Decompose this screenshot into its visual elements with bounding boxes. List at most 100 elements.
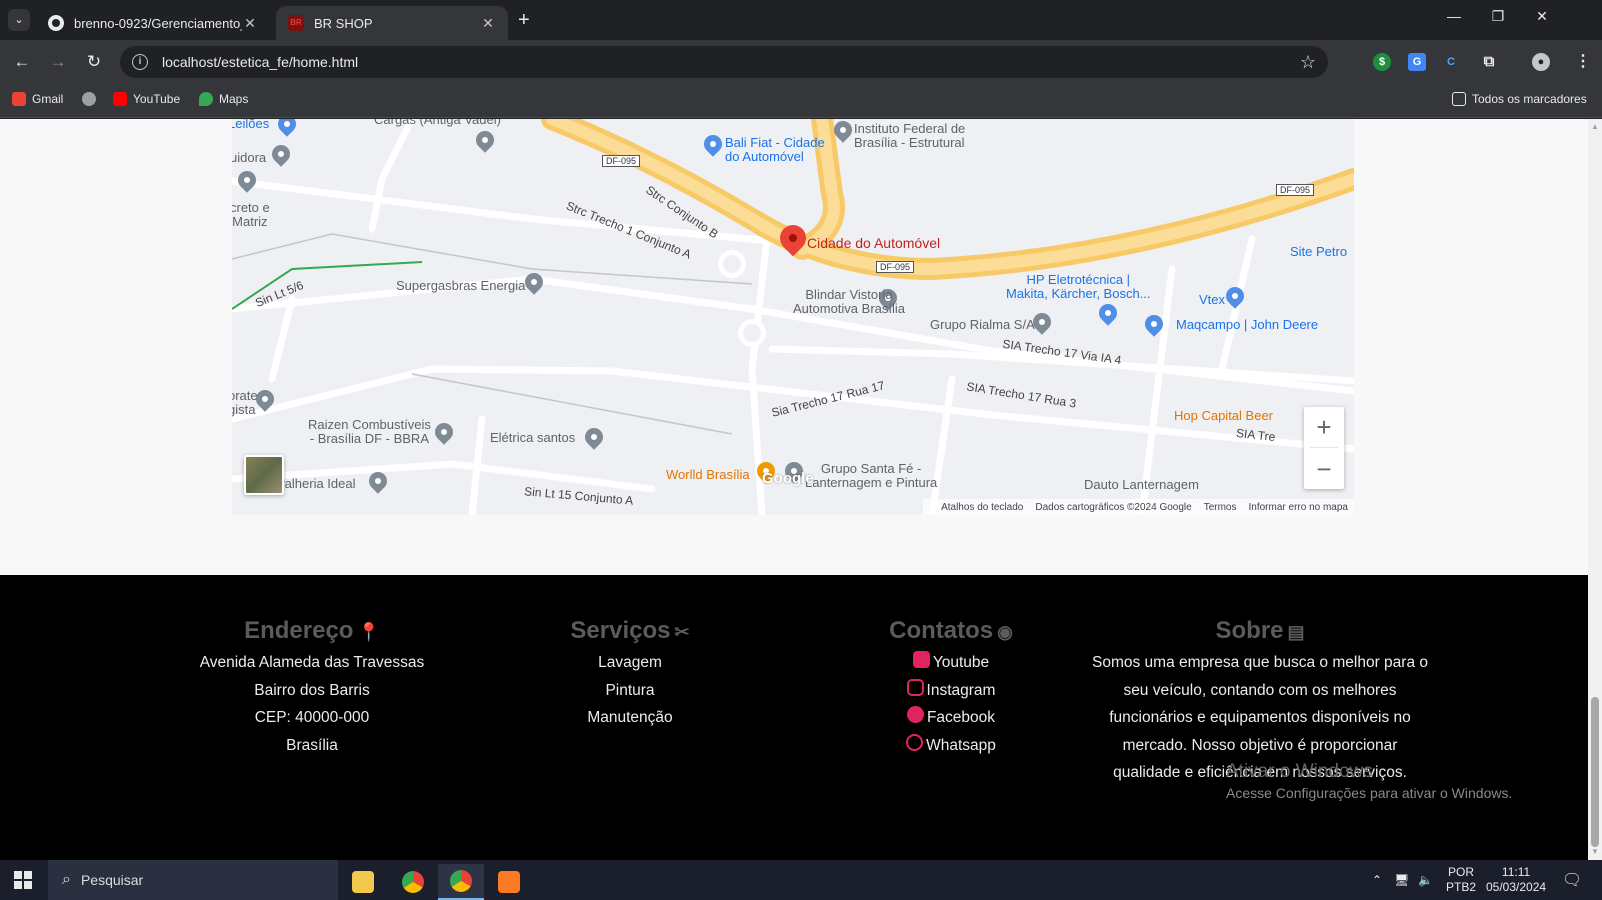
volume-icon[interactable]: 🔈 (1418, 860, 1433, 900)
site-info-icon[interactable]: i (132, 54, 148, 70)
bookmark-youtube[interactable]: YouTube (113, 92, 180, 106)
address-bar[interactable]: i localhost/estetica_fe/home.html ☆ (120, 46, 1328, 78)
forward-arrow-icon[interactable]: → (46, 50, 70, 74)
chrome-profile-icon (450, 870, 472, 892)
terms-link[interactable]: Termos (1204, 502, 1237, 513)
bookmark-label: Maps (219, 92, 249, 106)
tray-overflow-icon[interactable]: ⌃ (1372, 860, 1382, 900)
scroll-up-arrow-icon[interactable]: ▲ (1590, 122, 1600, 131)
map-label: Elétrica santos (490, 430, 576, 445)
taskbar-chrome[interactable] (390, 864, 436, 900)
menu-kebab-icon[interactable]: ⋮ (1574, 53, 1592, 71)
search-icon: ⌕ (62, 871, 71, 888)
google-map-embed[interactable]: DF-095 DF-095 DF-095 Leilões Cargas (Ant… (232, 119, 1354, 515)
contact-facebook-link[interactable]: Facebook (851, 704, 1051, 732)
youtube-icon (113, 92, 127, 106)
github-icon (48, 15, 64, 31)
map-attribution: Atalhos do teclado Dados cartográficos ©… (923, 499, 1354, 515)
map-label: Blindar Vistoria Automotiva Brasília (793, 287, 905, 316)
url-text[interactable]: localhost/estetica_fe/home.html (162, 54, 1300, 70)
restore-button[interactable]: ❐ (1486, 8, 1510, 25)
contact-label: Whatsapp (926, 736, 996, 754)
close-window-button[interactable]: ✕ (1530, 8, 1554, 25)
contact-label: Facebook (926, 709, 996, 726)
youtube-icon (912, 651, 930, 669)
profile-avatar[interactable]: ● (1532, 53, 1550, 71)
main-place-label: Cidade do Automóvel (807, 235, 941, 251)
language-code: POR (1448, 865, 1475, 879)
contact-whatsapp-link[interactable]: Whatsapp (851, 732, 1051, 760)
road-shield-df095: DF-095 (1276, 184, 1315, 196)
taskbar-xampp[interactable] (486, 864, 532, 900)
instagram-icon (906, 678, 924, 696)
heading-text: Sobre (1215, 617, 1284, 644)
language-indicator[interactable]: POR PTB2 (1446, 860, 1476, 900)
notifications-icon[interactable]: 🗨 (1562, 860, 1582, 900)
close-tab-icon[interactable]: ✕ (242, 15, 258, 32)
facebook-icon (906, 706, 924, 724)
tab-search-button[interactable]: ⌄ (8, 9, 30, 31)
translate-extension-icon[interactable]: G (1408, 53, 1426, 71)
bookmark-star-icon[interactable]: ☆ (1300, 52, 1316, 73)
xampp-icon (498, 871, 520, 893)
extensions-puzzle-icon[interactable]: ⧉ (1480, 53, 1498, 71)
whatsapp-icon (906, 733, 924, 751)
close-tab-icon[interactable]: ✕ (480, 15, 496, 32)
tools-icon: ✂ (674, 622, 690, 642)
service-link[interactable]: Manutenção (530, 704, 730, 732)
scroll-thumb[interactable] (1591, 697, 1599, 847)
bookmark-gmail[interactable]: Gmail (12, 92, 63, 106)
location-pin-icon: 📍 (357, 622, 380, 642)
zoom-control: + − (1304, 407, 1344, 489)
taskbar-file-explorer[interactable] (340, 864, 386, 900)
reload-icon[interactable]: ↻ (82, 50, 106, 74)
windows-activation-title: Ativar o Windows (1226, 761, 1373, 782)
map-label: HP Eletrotécnica | Makita, Kärcher, Bosc… (1006, 272, 1151, 301)
report-error-link[interactable]: Informar erro no mapa (1249, 502, 1349, 513)
map-label: Dauto Lanternagem (1084, 477, 1199, 492)
site-footer: Endereço 📍 Avenida Alameda das Travessas … (0, 575, 1588, 860)
taskbar-chrome-active[interactable] (438, 864, 484, 900)
contact-label: Instagram (926, 681, 996, 699)
new-tab-button[interactable]: + (518, 8, 530, 32)
map-label: Grupo Rialma S/A (930, 317, 1035, 332)
windows-start-icon[interactable] (14, 871, 32, 889)
back-arrow-icon[interactable]: ← (10, 50, 34, 74)
address-line: Brasília (286, 736, 338, 754)
road-shield-df095: DF-095 (876, 261, 915, 273)
zoom-out-button[interactable]: − (1304, 449, 1344, 489)
extension-dollar-icon[interactable]: $ (1373, 53, 1391, 71)
search-placeholder: Pesquisar (80, 872, 144, 888)
map-data-text: Dados cartográficos ©2024 Google (1035, 501, 1192, 513)
clock[interactable]: 11:11 05/03/2024 (1486, 860, 1546, 900)
map-label: Raizen Combustíveis - Brasília DF - BBRA (308, 417, 431, 446)
footer-contacts-column: Contatos ◉ Youtube Instagram Facebook Wha… (851, 617, 1051, 759)
service-link[interactable]: Lavagem (530, 649, 730, 677)
clock-date: 05/03/2024 (1486, 880, 1547, 894)
tab-github[interactable]: brenno-0923/Gerenciamento_e ✕ (36, 6, 270, 40)
keyboard-shortcuts-link[interactable]: Atalhos do teclado (941, 502, 1023, 513)
minimize-button[interactable]: — (1442, 8, 1466, 24)
taskbar-search-box[interactable]: ⌕ Pesquisar (48, 860, 338, 900)
all-bookmarks-folder[interactable]: Todos os marcadores (1452, 92, 1587, 106)
scroll-down-arrow-icon[interactable]: ▼ (1590, 847, 1600, 856)
footer-address-column: Endereço 📍 Avenida Alameda das Travessas … (172, 617, 452, 759)
service-link[interactable]: Pintura (530, 677, 730, 705)
chrome-icon (402, 871, 424, 893)
bookmark-globe[interactable] (82, 92, 102, 106)
contact-youtube-link[interactable]: Youtube (851, 649, 1051, 677)
map-label: Bali Fiat - Cidade do Automóvel (725, 135, 825, 164)
footer-heading-contacts: Contatos ◉ (851, 617, 1051, 645)
page-scrollbar[interactable]: ▲ ▼ (1588, 119, 1602, 860)
zoom-in-button[interactable]: + (1304, 407, 1344, 447)
br-shop-logo-icon: BR (288, 15, 304, 31)
bookmark-maps[interactable]: Maps (199, 92, 248, 106)
extension-c-icon[interactable]: C (1442, 53, 1460, 71)
satellite-layer-toggle[interactable] (244, 455, 284, 495)
tab-br-shop[interactable]: BR BR SHOP ✕ (276, 6, 508, 40)
network-icon[interactable]: 🖥 (1394, 860, 1409, 900)
contact-instagram-link[interactable]: Instagram (851, 677, 1051, 705)
browser-toolbar: ← → ↻ i localhost/estetica_fe/home.html … (0, 40, 1602, 84)
road-shield-df095: DF-095 (602, 155, 641, 167)
map-label: Worlld Brasília (666, 467, 750, 482)
